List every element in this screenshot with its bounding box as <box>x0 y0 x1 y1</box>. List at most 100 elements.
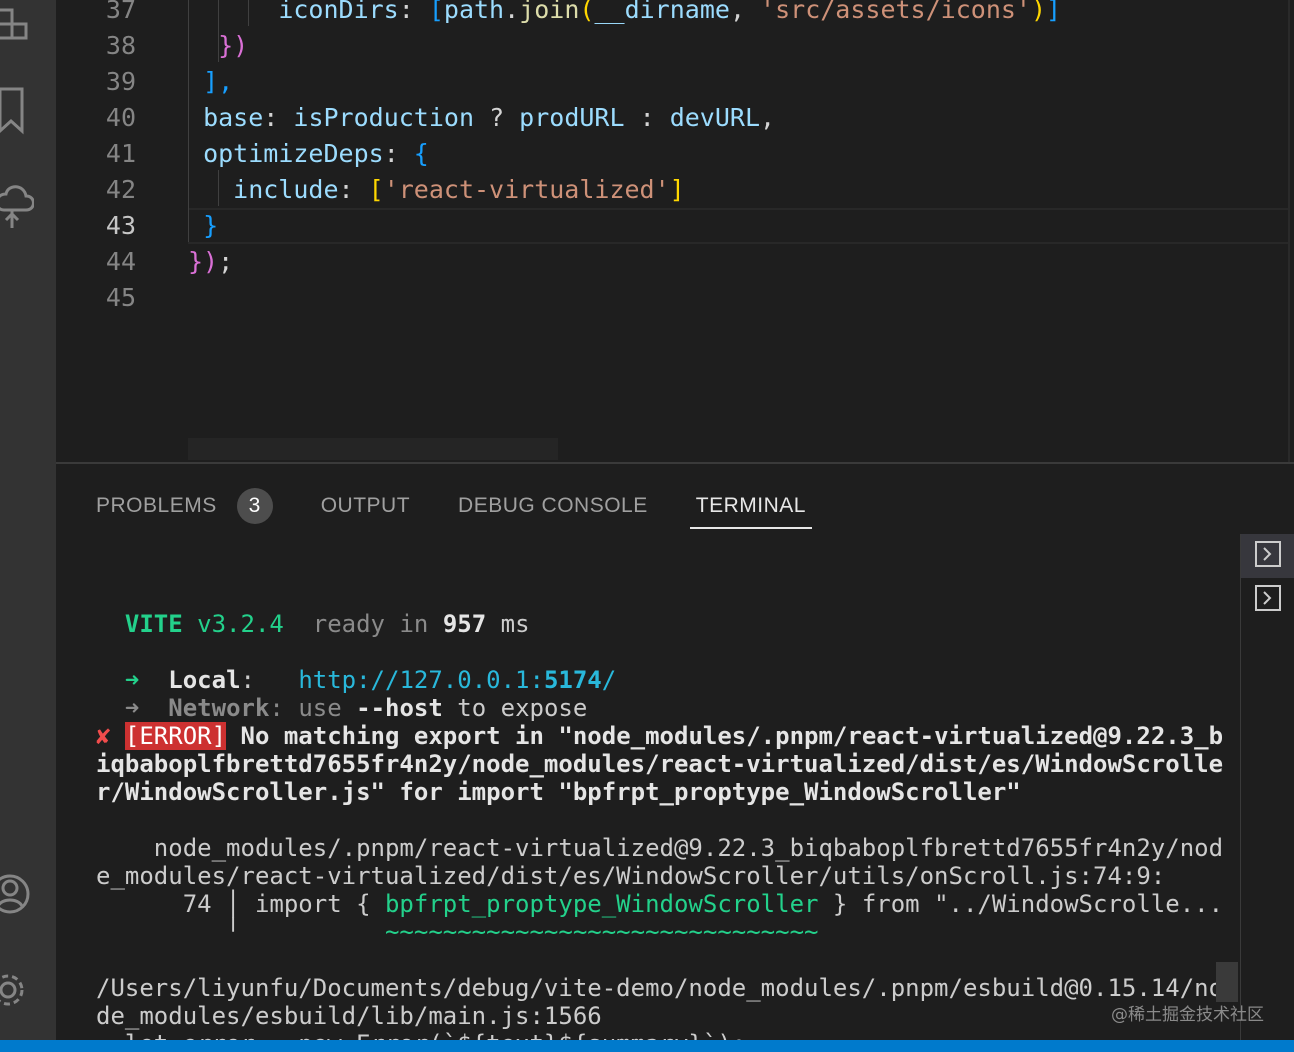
line-number: 43 <box>105 211 136 240</box>
terminal-line: 74 │ import { bpfrpt_proptype_WindowScro… <box>96 890 1223 918</box>
terminal-icon <box>1254 584 1282 616</box>
code-token: [ <box>368 175 384 204</box>
tab-terminal[interactable]: TERMINAL <box>689 484 813 529</box>
terminal-text: VITE <box>124 610 183 638</box>
terminal-text: ✘ <box>96 722 111 750</box>
terminal-line: ╵ ~~~~~~~~~~~~~~~~~~~~~~~~~~~~~~ <box>96 918 1206 946</box>
code-token: ( <box>579 0 595 24</box>
code-token: : <box>624 103 670 132</box>
code-token: __dirname <box>594 0 730 24</box>
code-token: join <box>519 0 580 24</box>
code-token: : <box>398 0 429 24</box>
code-token: prodURL <box>519 103 625 132</box>
terminal-text: iqbaboplfbrettd7655fr4n2y/node_modules/r… <box>96 750 1224 778</box>
remote-explorer-icon[interactable] <box>0 178 56 234</box>
code-editor[interactable]: 37 iconDirs: [path.join(__dirname, 'src/… <box>56 0 1294 462</box>
tab-problems[interactable]: PROBLEMS 3 <box>96 484 273 528</box>
terminal-scrollbar-thumb[interactable] <box>1216 962 1238 1002</box>
terminal-instance-2[interactable] <box>1241 578 1294 622</box>
code-token: } <box>203 211 219 240</box>
code-token: { <box>413 139 429 168</box>
line-number: 39 <box>105 67 136 96</box>
tab-label: OUTPUT <box>320 494 411 517</box>
line-number: 41 <box>105 139 136 168</box>
horizontal-scrollbar[interactable] <box>188 438 558 460</box>
code-token: : <box>338 175 369 204</box>
code-line[interactable]: 39 ], <box>56 64 1294 100</box>
code-token: base <box>203 103 264 132</box>
code-line[interactable]: 44}); <box>56 244 1294 280</box>
code-token: ) <box>1030 0 1047 24</box>
code-token: : <box>263 103 294 132</box>
terminal-text: node_modules/.pnpm/react-virtualized@9.2… <box>96 834 1224 862</box>
activity-bar <box>0 0 56 1040</box>
terminal-text: ➜ <box>124 694 140 722</box>
code-token: optimizeDeps <box>203 139 384 168</box>
editor-ruler <box>1288 0 1290 462</box>
tab-label: DEBUG CONSOLE <box>458 494 648 517</box>
terminal-text: --host <box>356 694 443 722</box>
terminal-list <box>1240 534 1294 1044</box>
tab-debug-console[interactable]: DEBUG CONSOLE <box>458 484 648 528</box>
code-line[interactable]: 45 <box>56 280 1294 316</box>
code-token: : <box>383 139 414 168</box>
terminal-text: v3.2.4 <box>182 610 284 638</box>
tab-output[interactable]: OUTPUT <box>321 484 410 528</box>
terminal-line: ➜ Network: use --host to expose <box>96 694 1206 722</box>
terminal-text: ╵ <box>96 918 385 946</box>
terminal-text: r/WindowScroller.js" for import "bpfrpt_… <box>96 778 1021 806</box>
code-token: path <box>443 0 505 24</box>
panel-tabs: PROBLEMS 3 OUTPUT DEBUG CONSOLE TERMINAL <box>96 484 854 529</box>
terminal-text: de_modules/esbuild/lib/main.js:1566 <box>96 1002 602 1030</box>
code-line[interactable]: 37 iconDirs: [path.join(__dirname, 'src/… <box>56 0 1294 28</box>
terminal-instance-1[interactable] <box>1241 534 1294 578</box>
line-number: 44 <box>105 247 136 276</box>
line-number: 38 <box>105 31 136 60</box>
terminal-text: } from "../WindowScrolle... <box>818 890 1224 918</box>
code-text: include: ['react-virtualized'] <box>188 172 685 208</box>
code-token: 'src/assets/icons' <box>760 0 1031 24</box>
code-line[interactable]: 41 optimizeDeps: { <box>56 136 1294 172</box>
code-token: }) <box>218 31 249 60</box>
tab-label: PROBLEMS <box>96 494 217 517</box>
code-line[interactable]: 43 } <box>56 208 1294 244</box>
terminal-icon <box>1254 540 1282 572</box>
terminal-output[interactable]: VITE v3.2.4 ready in 957 ms ➜ Local: htt… <box>96 582 1223 1052</box>
terminal-text: ready in <box>283 610 443 638</box>
code-line[interactable]: 42 include: ['react-virtualized'] <box>56 172 1294 208</box>
terminal-text: e_modules/react-virtualized/dist/es/Wind… <box>96 862 1166 890</box>
bookmark-icon[interactable] <box>0 82 56 138</box>
bottom-panel: PROBLEMS 3 OUTPUT DEBUG CONSOLE TERMINAL… <box>56 462 1294 1052</box>
code-text: }); <box>188 244 233 280</box>
code-text: optimizeDeps: { <box>188 136 429 172</box>
account-icon[interactable] <box>0 866 56 922</box>
terminal-text: Network <box>168 694 270 722</box>
extensions-icon[interactable] <box>0 0 56 46</box>
code-token: }) <box>188 247 219 276</box>
terminal-text: bpfrpt_proptype_WindowScroller <box>384 890 819 918</box>
code-token: isProduction <box>293 103 475 132</box>
terminal-text: ms <box>486 610 530 638</box>
code-line[interactable]: 40 base: isProduction ? prodURL : devURL… <box>56 100 1294 136</box>
line-number: 42 <box>105 175 136 204</box>
code-token: . <box>504 0 520 24</box>
code-token: , <box>760 103 776 132</box>
code-token: ] <box>669 175 685 204</box>
code-line[interactable]: 38 }) <box>56 28 1294 64</box>
code-token: ? <box>474 103 520 132</box>
terminal-line: /Users/liyunfu/Documents/debug/vite-demo… <box>96 974 1223 1002</box>
status-bar <box>0 1040 1294 1052</box>
code-text: ], <box>188 64 233 100</box>
settings-gear-icon[interactable] <box>0 962 56 1018</box>
